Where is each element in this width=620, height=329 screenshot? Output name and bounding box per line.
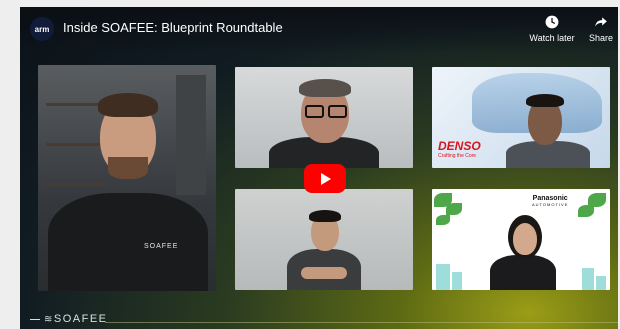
shelf	[46, 103, 106, 106]
channel-avatar[interactable]: arm	[30, 17, 54, 41]
participant-tile-2	[235, 67, 413, 168]
city-decoration	[596, 276, 606, 290]
video-player[interactable]: SOAFEE DENSO Crafting the Core Panasonic…	[20, 7, 618, 329]
denso-tagline: Crafting the Core	[438, 153, 477, 159]
dash	[30, 318, 40, 320]
soafee-footer-logo: ≋SOAFEE	[30, 313, 108, 325]
participant-tile-panasonic: Panasonic AUTOMOTIVE	[432, 189, 610, 290]
panasonic-sub: AUTOMOTIVE	[532, 202, 569, 207]
video-title[interactable]: Inside SOAFEE: Blueprint Roundtable	[63, 20, 283, 35]
city-decoration	[436, 264, 450, 290]
share-button[interactable]: Share	[586, 15, 616, 43]
watch-later-label: Watch later	[529, 33, 575, 43]
city-decoration	[582, 268, 594, 290]
share-icon	[595, 17, 607, 27]
panasonic-logo: Panasonic AUTOMOTIVE	[532, 195, 569, 207]
divider	[105, 322, 618, 323]
page: SOAFEE DENSO Crafting the Core Panasonic…	[0, 0, 620, 329]
leaf-decoration	[436, 215, 450, 225]
cabinet	[176, 75, 206, 195]
city-decoration	[452, 272, 462, 290]
shelf	[46, 183, 106, 186]
play-button[interactable]	[304, 164, 346, 193]
leaf-decoration	[446, 203, 462, 215]
participant-tile-4	[235, 189, 413, 290]
shelf	[46, 143, 106, 146]
share-label: Share	[588, 33, 614, 43]
leaf-decoration	[578, 205, 594, 217]
denso-logo: DENSO	[438, 139, 481, 153]
participant-tile-denso: DENSO Crafting the Core	[432, 67, 610, 168]
soafee-mark-icon: ≋	[44, 314, 54, 325]
participant-tile-host: SOAFEE	[38, 65, 216, 291]
shirt-logo: SOAFEE	[144, 243, 179, 250]
watch-later-button[interactable]: Watch later	[526, 15, 578, 43]
soafee-footer-text: SOAFEE	[53, 313, 108, 325]
play-icon	[321, 172, 331, 185]
clock-icon	[545, 15, 559, 29]
